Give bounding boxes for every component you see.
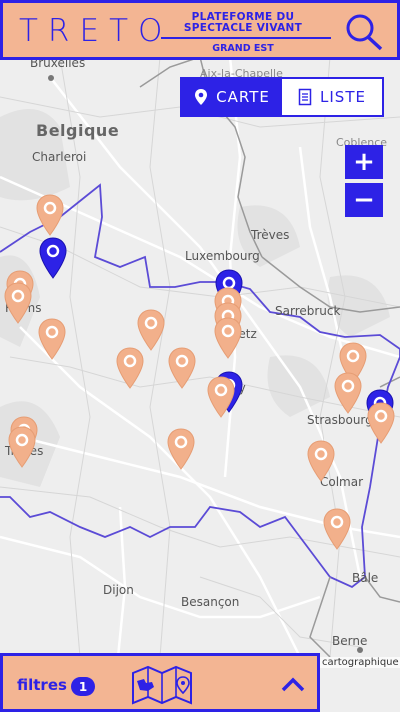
map-view-button[interactable]: CARTE: [182, 79, 282, 115]
venue-marker[interactable]: [322, 507, 352, 551]
place-charleroi: Charleroi: [32, 150, 87, 164]
place-dijon: Dijon: [103, 583, 134, 597]
logo[interactable]: TRETO: [19, 14, 172, 48]
filters-label[interactable]: filtres: [17, 676, 67, 694]
map-view-label: CARTE: [216, 88, 270, 106]
filters-bar[interactable]: filtres 1: [0, 653, 320, 712]
zoom-in-button[interactable]: +: [345, 145, 383, 179]
folded-map-icon: [132, 665, 192, 705]
place-berne: Berne: [332, 634, 368, 648]
place-treves: Trèves: [251, 228, 290, 242]
place-sarrebruck: Sarrebruck: [275, 304, 341, 318]
venue-marker[interactable]: [167, 346, 197, 390]
region-label: GRAND EST: [212, 43, 274, 54]
zoom-out-button[interactable]: −: [345, 183, 383, 217]
list-view-label: LISTE: [320, 88, 366, 106]
place-bale: Bâle: [352, 571, 379, 585]
tagline-line-2: SPECTACLE VIVANT: [183, 22, 303, 34]
venue-marker[interactable]: [306, 439, 336, 483]
chevron-up-icon: [281, 677, 305, 692]
place-belgique: Belgique: [36, 121, 120, 140]
place-strasbourg: Strasbourg: [307, 413, 373, 427]
search-icon: [346, 14, 383, 51]
venue-marker[interactable]: [206, 375, 236, 419]
map-attribution[interactable]: cartographique: [320, 657, 400, 668]
venue-marker[interactable]: [166, 427, 196, 471]
venue-marker-selected[interactable]: [38, 236, 68, 280]
view-toggle: CARTE LISTE: [180, 77, 384, 117]
map-area[interactable]: Bruxelles Aix-la-Chapelle Belgique Charl…: [0, 57, 400, 657]
app-screen: Bruxelles Aix-la-Chapelle Belgique Charl…: [0, 0, 400, 712]
tagline-divider: [161, 37, 331, 39]
venue-marker[interactable]: [37, 317, 67, 361]
venue-marker[interactable]: [213, 316, 243, 360]
place-luxembourg: Luxembourg: [185, 249, 260, 263]
venue-marker[interactable]: [35, 193, 65, 237]
list-document-icon: [298, 88, 312, 106]
venue-marker[interactable]: [366, 401, 396, 445]
search-button[interactable]: [343, 11, 387, 53]
venue-marker[interactable]: [3, 281, 33, 325]
map-mode-button[interactable]: [130, 665, 194, 705]
venue-marker[interactable]: [115, 346, 145, 390]
app-header: TRETO PLATEFORME DU SPECTACLE VIVANT GRA…: [0, 0, 400, 60]
filters-count-badge: 1: [71, 677, 95, 696]
place-besancon: Besançon: [181, 595, 240, 609]
venue-marker[interactable]: [333, 371, 363, 415]
venue-marker[interactable]: [7, 425, 37, 469]
expand-button[interactable]: [279, 673, 307, 697]
location-pin-icon: [195, 89, 208, 105]
list-view-button[interactable]: LISTE: [282, 79, 382, 115]
